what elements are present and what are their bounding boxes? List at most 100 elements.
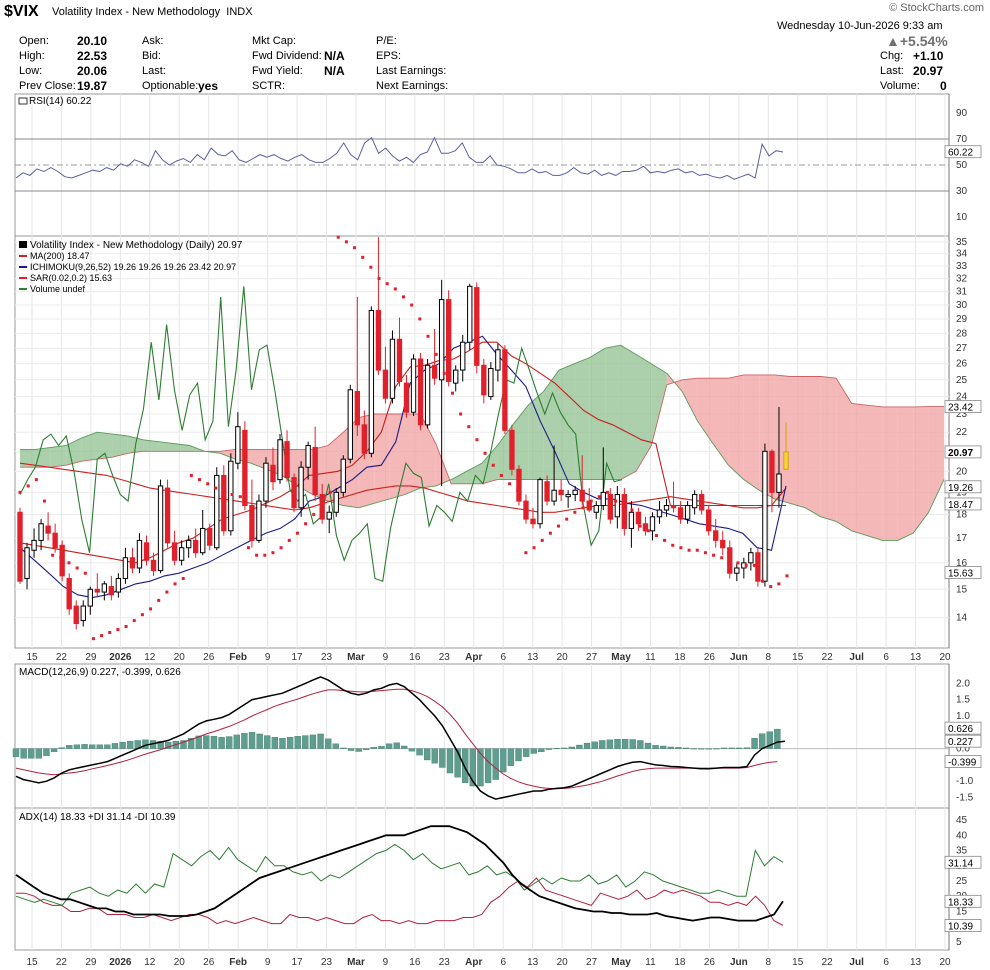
candle-body bbox=[502, 349, 508, 431]
adx-right-label: 31.14 bbox=[948, 858, 973, 869]
sar-dot bbox=[744, 563, 748, 567]
rsi-y-tick: 90 bbox=[956, 108, 968, 119]
macd-histogram-bar bbox=[271, 737, 279, 749]
x-tick-label-bottom: 6 bbox=[500, 957, 506, 968]
x-tick-label-bottom: May bbox=[611, 957, 631, 968]
sar-dot bbox=[622, 504, 626, 508]
candle-body bbox=[460, 341, 466, 371]
candle-body bbox=[242, 429, 248, 507]
macd-y-tick: 1.5 bbox=[956, 695, 970, 706]
candle-body bbox=[614, 494, 621, 518]
sar-dot bbox=[165, 590, 169, 594]
candle-body bbox=[537, 479, 543, 525]
sar-dot bbox=[377, 277, 381, 281]
candle-body bbox=[136, 539, 143, 569]
sar-dot bbox=[295, 531, 299, 535]
candle-body bbox=[340, 458, 346, 493]
ichimoku-cloud-bullish bbox=[605, 345, 621, 480]
sar-dot bbox=[287, 538, 291, 542]
price-legend-entry: Volatility Index - New Methodology (Dail… bbox=[30, 240, 243, 251]
sar-dot bbox=[548, 531, 552, 535]
x-tick-label: 15 bbox=[26, 652, 38, 663]
macd-histogram-bar bbox=[431, 748, 438, 764]
macd-histogram-bar bbox=[492, 748, 499, 780]
candle-body bbox=[727, 547, 733, 574]
sar-dot bbox=[336, 235, 340, 239]
sar-dot bbox=[777, 582, 781, 586]
macd-histogram-bar bbox=[621, 738, 629, 749]
macd-y-tick: 1.0 bbox=[956, 711, 970, 722]
candle-body bbox=[263, 462, 269, 502]
macd-histogram-bar bbox=[119, 741, 126, 749]
candle-body bbox=[115, 578, 122, 593]
macd-histogram-bar bbox=[462, 748, 469, 783]
sar-dot bbox=[597, 495, 601, 499]
ichimoku-cloud-bearish bbox=[374, 414, 390, 504]
macd-histogram-bar bbox=[500, 748, 507, 773]
price-y-tick: 15 bbox=[956, 584, 968, 595]
macd-histogram-bar bbox=[347, 748, 355, 751]
candle-body bbox=[677, 507, 684, 520]
macd-histogram-bar bbox=[66, 745, 73, 749]
macd-histogram-bar bbox=[256, 733, 263, 749]
macd-histogram-bar bbox=[286, 737, 294, 749]
rsi-legend: RSI(14) 60.22 bbox=[29, 96, 92, 107]
macd-histogram-bar bbox=[241, 733, 248, 749]
x-tick-label-bottom: 22 bbox=[56, 957, 68, 968]
sar-dot bbox=[140, 613, 144, 617]
sar-dot bbox=[108, 631, 112, 635]
macd-histogram-bar bbox=[393, 742, 400, 749]
x-tick-label: 15 bbox=[792, 652, 804, 663]
sar-dot bbox=[752, 563, 756, 567]
candle-body bbox=[382, 369, 389, 399]
sar-dot bbox=[100, 634, 104, 638]
adx-panel-frame bbox=[14, 807, 950, 951]
macd-histogram-bar bbox=[88, 744, 96, 749]
price-legend-swatch bbox=[19, 288, 27, 290]
candle-body bbox=[87, 588, 93, 607]
candle-body bbox=[628, 511, 635, 529]
candle-body bbox=[481, 364, 487, 396]
sar-dot bbox=[246, 546, 250, 550]
x-tick-label-bottom: 26 bbox=[203, 957, 215, 968]
x-tick-label: 22 bbox=[56, 652, 68, 663]
candle-body bbox=[579, 489, 585, 502]
x-tick-label-bottom: 20 bbox=[557, 957, 569, 968]
macd-histogram-bar bbox=[340, 747, 347, 749]
sar-dot bbox=[671, 543, 675, 547]
macd-histogram-bar bbox=[507, 748, 515, 767]
sar-dot bbox=[279, 546, 283, 550]
sar-dot bbox=[524, 551, 528, 555]
candle-body bbox=[354, 390, 360, 426]
price-legend-entry: MA(200) 18.47 bbox=[30, 251, 90, 261]
macd-histogram-bar bbox=[667, 746, 674, 749]
sar-dot bbox=[402, 295, 405, 299]
ichimoku-cloud-bullish bbox=[97, 432, 113, 460]
macd-histogram-bar bbox=[378, 746, 385, 749]
candle-body bbox=[305, 444, 311, 468]
candle-body bbox=[403, 382, 410, 413]
macd-histogram-bar bbox=[73, 744, 81, 749]
candle-body bbox=[221, 474, 227, 532]
sar-dot bbox=[630, 508, 634, 512]
sar-dot bbox=[361, 255, 365, 259]
rsi-y-tick: 10 bbox=[956, 212, 968, 223]
candle-body bbox=[649, 516, 656, 532]
candle-body bbox=[52, 532, 58, 549]
candle-body bbox=[467, 285, 473, 343]
candle-body bbox=[495, 349, 501, 371]
sar-dot bbox=[124, 624, 128, 628]
candle-body bbox=[431, 364, 438, 379]
sar-dot bbox=[304, 522, 308, 526]
macd-y-tick: -1.0 bbox=[956, 776, 974, 787]
macd-histogram-bar bbox=[652, 745, 659, 749]
x-tick-label: 20 bbox=[939, 652, 951, 663]
macd-right-label: 0.227 bbox=[948, 737, 973, 748]
x-tick-label: 8 bbox=[766, 652, 772, 663]
x-tick-label-bottom: Apr bbox=[465, 957, 482, 968]
candle-body bbox=[783, 451, 789, 470]
sar-dot bbox=[459, 412, 463, 416]
candle-body bbox=[73, 605, 79, 625]
candle-body bbox=[298, 466, 304, 509]
sar-dot bbox=[189, 473, 193, 477]
